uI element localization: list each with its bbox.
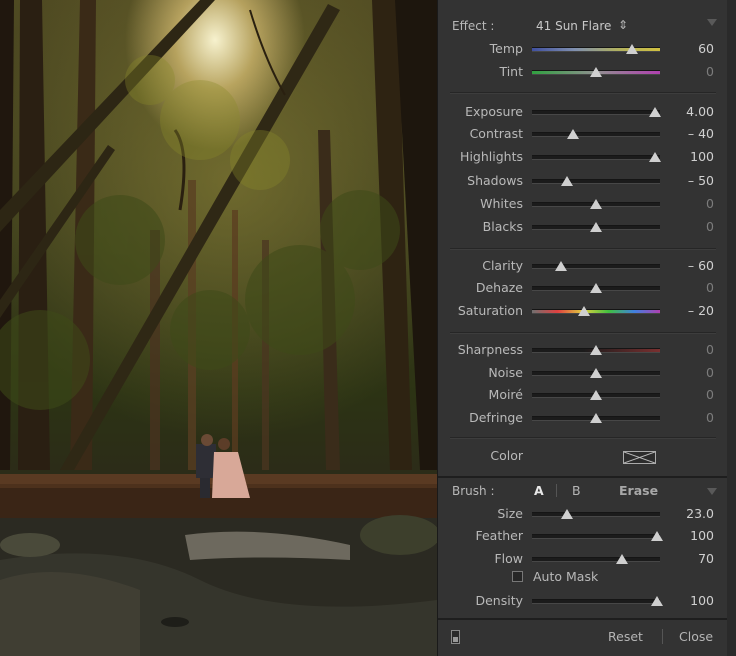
close-button[interactable]: Close [679, 630, 713, 644]
clarity-slider-thumb[interactable] [555, 261, 568, 271]
brush-feather-label: Feather [475, 528, 523, 543]
automask-checkbox[interactable] [512, 571, 523, 582]
brush-density-label: Density [475, 593, 523, 608]
noise-label: Noise [488, 365, 523, 380]
clarity-slider[interactable] [532, 264, 660, 269]
brush-b-button[interactable]: B [572, 484, 581, 498]
blacks-value[interactable]: 0 [666, 220, 714, 234]
brush-size-label: Size [497, 506, 523, 521]
shadows-slider-thumb[interactable] [560, 176, 573, 186]
brush-flow-slider-thumb[interactable] [615, 554, 628, 564]
contrast-slider-thumb[interactable] [566, 129, 579, 139]
dehaze-slider-thumb[interactable] [590, 283, 602, 293]
whites-value[interactable]: 0 [666, 197, 714, 211]
shadows-slider[interactable] [532, 179, 660, 184]
highlights-slider[interactable] [532, 155, 660, 160]
brush-feather-slider[interactable] [532, 534, 660, 539]
contrast-value[interactable]: – 40 [666, 127, 714, 141]
temp-label: Temp [489, 41, 523, 56]
toggle-switch-icon[interactable] [451, 630, 460, 644]
noise-value[interactable]: 0 [666, 366, 714, 380]
exposure-slider[interactable] [532, 110, 660, 115]
brush-size-slider-thumb[interactable] [560, 509, 573, 519]
photo-preview [0, 0, 437, 656]
dehaze-label: Dehaze [475, 280, 523, 295]
contrast-slider[interactable] [532, 132, 660, 137]
defringe-value[interactable]: 0 [666, 411, 714, 425]
footer-separator [662, 629, 663, 644]
tint-label: Tint [499, 64, 523, 79]
brush-density-slider-thumb[interactable] [651, 596, 664, 606]
whites-label: Whites [480, 196, 523, 211]
saturation-slider[interactable] [532, 309, 660, 314]
brush-collapse-icon[interactable] [707, 488, 717, 495]
temp-slider[interactable] [532, 47, 660, 52]
section-divider [450, 437, 716, 439]
effect-preset-select[interactable]: 41 Sun Flare [536, 19, 611, 33]
effect-label: Effect : [452, 19, 495, 33]
clarity-label: Clarity [482, 258, 523, 273]
brush-flow-label: Flow [494, 551, 523, 566]
saturation-label: Saturation [457, 303, 523, 318]
section-divider [450, 92, 716, 94]
blacks-slider-thumb[interactable] [590, 222, 602, 232]
blacks-label: Blacks [482, 219, 523, 234]
brush-a-button[interactable]: A [534, 484, 544, 498]
moir-slider-thumb[interactable] [590, 390, 602, 400]
adjustment-brush-panel: Effect : 41 Sun Flare ⇕ Temp 60 Tint 0 Expos… [437, 0, 736, 656]
section-divider [450, 248, 716, 250]
defringe-slider-thumb[interactable] [590, 413, 602, 423]
brush-feather-value[interactable]: 100 [666, 529, 714, 543]
highlights-value[interactable]: 100 [666, 150, 714, 164]
noise-slider-thumb[interactable] [590, 368, 602, 378]
temp-value[interactable]: 60 [666, 42, 714, 56]
automask-label[interactable]: Auto Mask [533, 570, 598, 584]
brush-flow-value[interactable]: 70 [666, 552, 714, 566]
preset-arrows-icon[interactable]: ⇕ [618, 18, 628, 32]
brush-label: Brush : [452, 484, 495, 498]
tint-slider-thumb[interactable] [590, 67, 602, 77]
moir-label: Moiré [488, 387, 523, 402]
saturation-value[interactable]: – 20 [666, 304, 714, 318]
brush-erase-button[interactable]: Erase [619, 484, 658, 498]
moir-value[interactable]: 0 [666, 388, 714, 402]
brush-density-value[interactable]: 100 [666, 594, 714, 608]
defringe-label: Defringe [469, 410, 523, 425]
highlights-label: Highlights [460, 149, 523, 164]
brush-size-slider[interactable] [532, 512, 660, 517]
sharpness-value[interactable]: 0 [666, 343, 714, 357]
color-label: Color [490, 448, 523, 463]
shadows-label: Shadows [467, 173, 523, 188]
exposure-value[interactable]: 4.00 [666, 105, 714, 119]
exposure-label: Exposure [465, 104, 523, 119]
color-swatch[interactable] [623, 451, 656, 464]
brush-separator [556, 484, 557, 497]
brush-feather-slider-thumb[interactable] [651, 531, 664, 541]
clarity-value[interactable]: – 60 [666, 259, 714, 273]
sharpness-slider-thumb[interactable] [590, 345, 602, 355]
highlights-slider-thumb[interactable] [648, 152, 661, 162]
sharpness-label: Sharpness [457, 342, 523, 357]
effect-collapse-icon[interactable] [707, 19, 717, 26]
reset-button[interactable]: Reset [608, 630, 643, 644]
brush-flow-slider[interactable] [532, 557, 660, 562]
shadows-value[interactable]: – 50 [666, 174, 714, 188]
exposure-slider-thumb[interactable] [648, 107, 661, 117]
section-divider [450, 332, 716, 334]
whites-slider-thumb[interactable] [590, 199, 602, 209]
dehaze-value[interactable]: 0 [666, 281, 714, 295]
temp-slider-thumb[interactable] [625, 44, 638, 54]
contrast-label: Contrast [469, 126, 523, 141]
tint-value[interactable]: 0 [666, 65, 714, 79]
brush-size-value[interactable]: 23.0 [666, 507, 714, 521]
saturation-slider-thumb[interactable] [578, 306, 591, 316]
brush-density-slider[interactable] [532, 599, 660, 604]
